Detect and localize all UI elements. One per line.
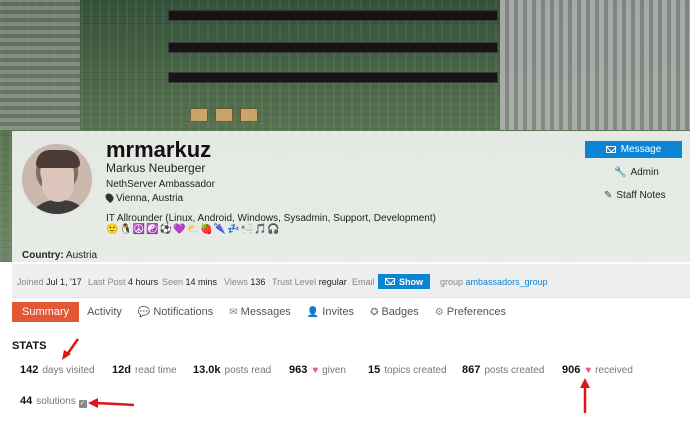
user-title: NethServer Ambassador	[106, 179, 215, 190]
stats-heading: STATS	[12, 340, 47, 352]
heart-icon: ♥	[585, 365, 592, 376]
message-button[interactable]: Message	[585, 141, 682, 158]
avatar[interactable]	[20, 142, 94, 216]
envelope-icon	[605, 146, 616, 153]
stat-days-visited: 142 days visited	[20, 364, 95, 376]
admin-button[interactable]: 🔧 Admin	[614, 167, 659, 178]
show-email-label: Show	[399, 276, 423, 287]
certificate-icon: ✪	[370, 306, 379, 318]
background-slot	[168, 10, 498, 21]
stat-posts-created: 867 posts created	[462, 364, 545, 376]
tab-invites[interactable]: 👤 Invites	[299, 302, 362, 322]
stat-likes-given: 963 ♥ given	[289, 364, 346, 376]
country-field: Country: Austria	[22, 250, 97, 261]
country-value: Austria	[65, 250, 98, 261]
background-slot	[168, 42, 498, 53]
stat-likes-received: 906 ♥ received	[562, 364, 633, 376]
background-slot	[168, 72, 498, 83]
background-component	[0, 0, 80, 130]
bio: IT Allrounder (Linux, Android, Windows, …	[106, 213, 436, 224]
background-heatsink	[500, 0, 690, 130]
add-user-icon: 👤	[306, 306, 320, 318]
tab-activity[interactable]: Activity	[79, 302, 130, 322]
meta-last-post: Last Post 4 hours	[88, 277, 159, 287]
staff-notes-label: Staff Notes	[616, 190, 666, 201]
gear-icon: ⚙	[434, 306, 444, 318]
tab-badges[interactable]: ✪ Badges	[362, 302, 427, 322]
tab-preferences[interactable]: ⚙ Preferences	[427, 302, 514, 322]
stat-read-time: 12d read time	[112, 364, 177, 376]
background-chip	[215, 108, 233, 122]
stat-posts-read: 13.0k posts read	[193, 364, 272, 376]
heart-icon: ♥	[312, 365, 319, 376]
wrench-icon: 🔧	[614, 167, 627, 178]
speech-bubble-icon: 💬	[137, 306, 151, 318]
group-link[interactable]: ambassadors_group	[466, 277, 548, 287]
meta-email-label: Email	[352, 277, 375, 287]
full-name: Markus Neuberger	[106, 161, 206, 175]
map-pin-icon	[103, 191, 116, 204]
pencil-icon: ✎	[604, 190, 613, 201]
country-label: Country:	[22, 250, 64, 261]
stat-solutions: 44 solutions ✓	[20, 395, 87, 408]
location-text: Vienna, Austria	[116, 193, 184, 204]
meta-views: Views 136	[224, 277, 266, 287]
staff-notes-button[interactable]: ✎ Staff Notes	[604, 190, 666, 201]
meta-seen: Seen 14 mins	[162, 277, 218, 287]
annotation-arrow-solutions	[88, 398, 135, 408]
tab-notifications[interactable]: 💬 Notifications	[130, 302, 221, 322]
meta-trust-level: Trust Level regular	[272, 277, 347, 287]
stat-topics-created: 15 topics created	[368, 364, 447, 376]
tab-summary[interactable]: Summary	[12, 302, 80, 322]
location: Vienna, Austria	[103, 191, 184, 204]
envelope-icon: ✉	[229, 306, 238, 318]
show-email-button[interactable]: Show	[378, 274, 430, 289]
meta-joined: Joined Jul 1, '17	[17, 277, 82, 287]
background-chip	[240, 108, 258, 122]
profile-tabs: Summary Activity 💬 Notifications ✉ Message…	[12, 302, 514, 324]
tab-messages[interactable]: ✉ Messages	[221, 302, 299, 322]
message-button-label: Message	[620, 144, 662, 155]
meta-group: group ambassadors_group	[440, 277, 548, 287]
bio-emojis: 🙂🐧☮️☯️⚽💜⛅🍓🌂💤🛀🎵🎧	[106, 224, 281, 235]
annotation-arrow-days-visited	[62, 338, 80, 360]
admin-label: Admin	[630, 167, 659, 178]
envelope-icon	[385, 278, 395, 285]
username: mrmarkuz	[106, 137, 212, 162]
annotation-arrow-received	[580, 378, 590, 413]
background-chip	[190, 108, 208, 122]
